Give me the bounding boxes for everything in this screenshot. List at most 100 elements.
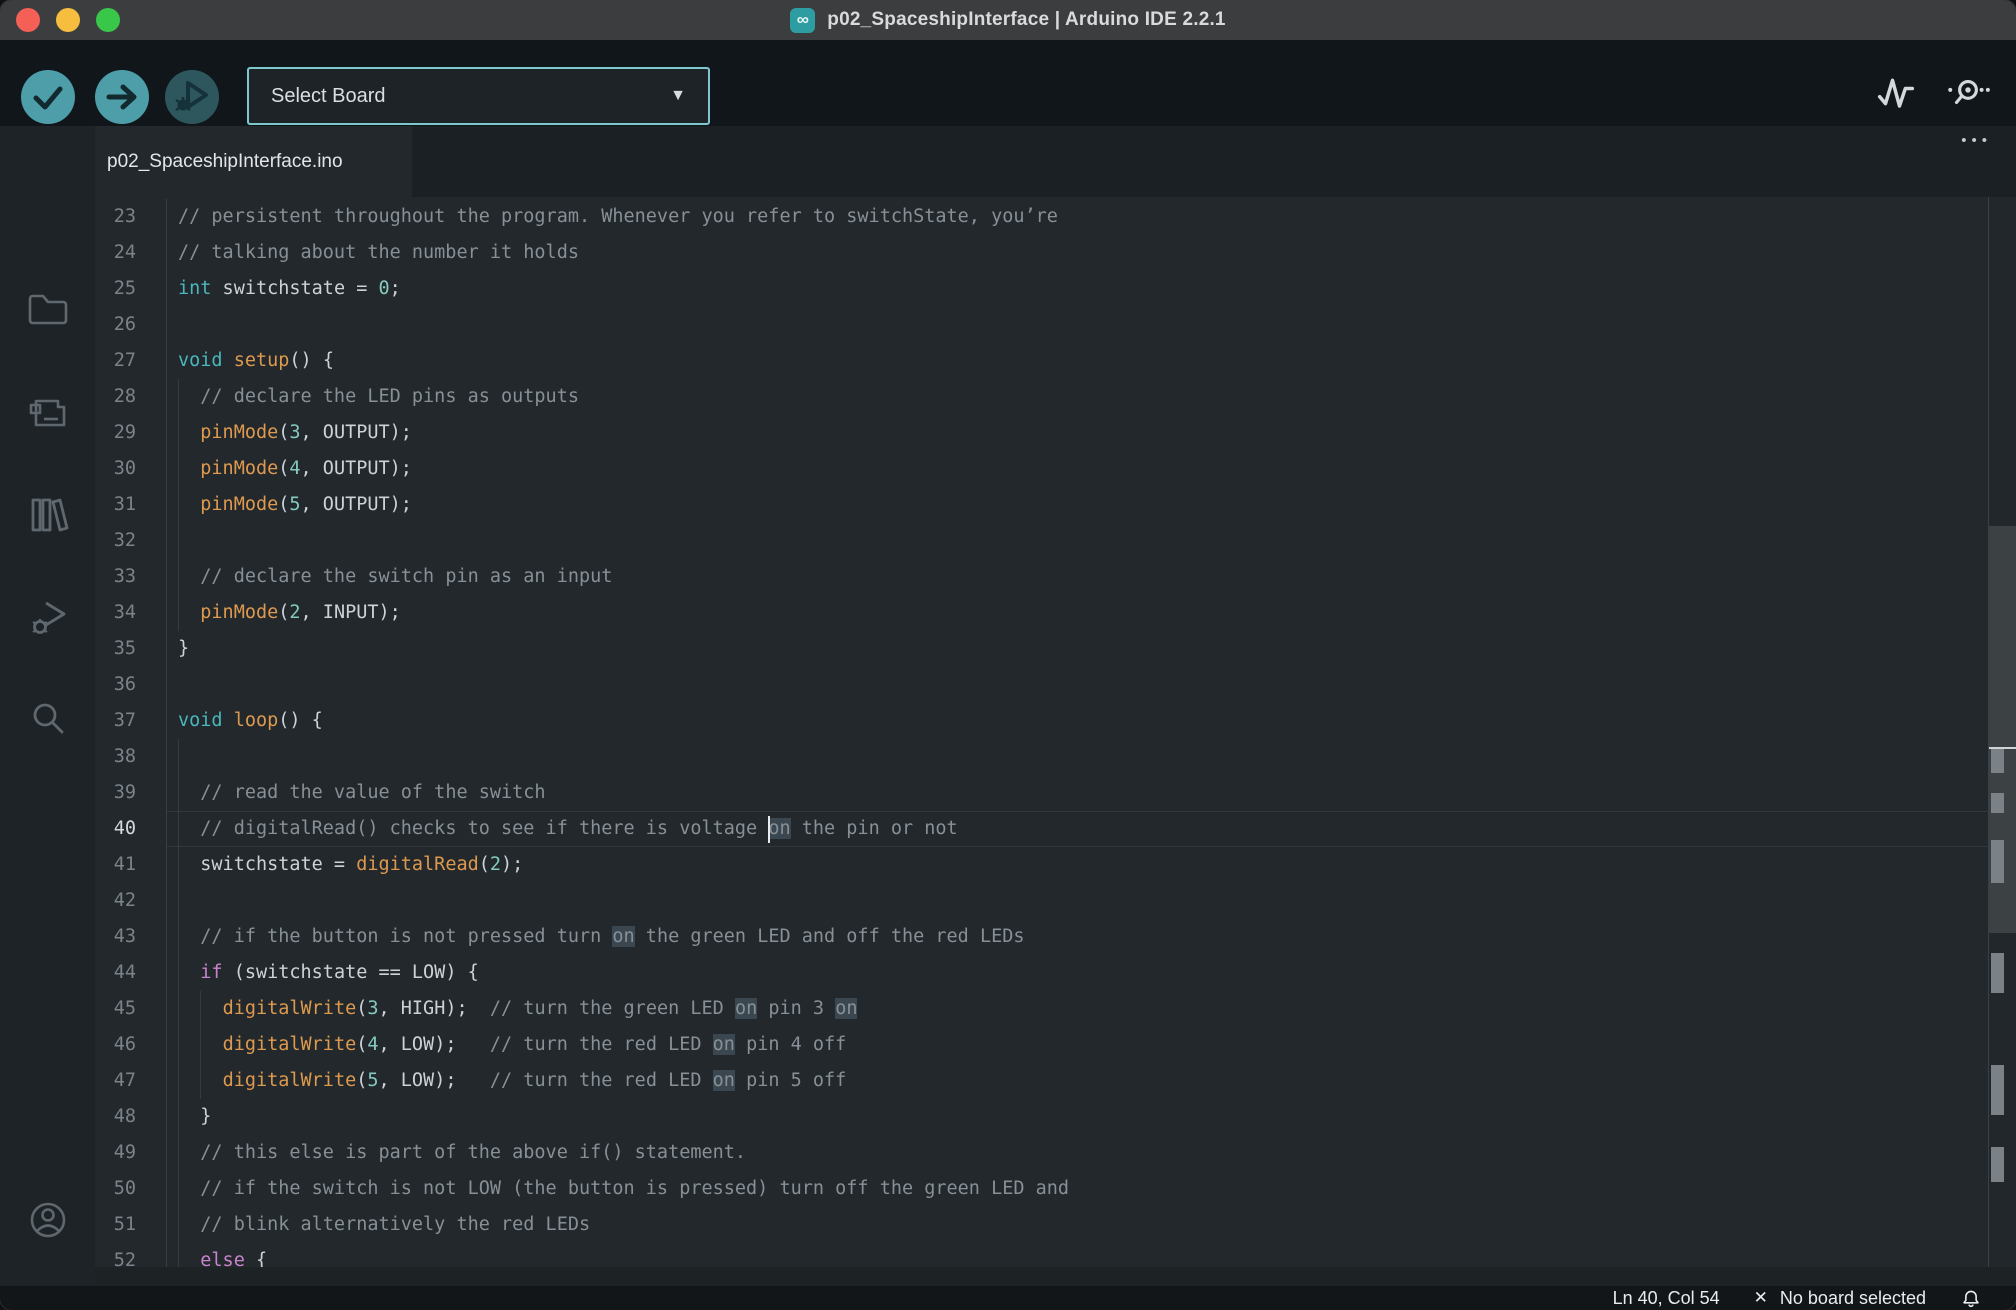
code-line[interactable]: // declare the switch pin as an input: [167, 559, 2016, 595]
notifications-button[interactable]: [1960, 1287, 1982, 1309]
indent-guide: [200, 1063, 201, 1099]
code-row: 34 pinMode(2, INPUT);: [95, 595, 2016, 631]
code-line[interactable]: else {: [167, 1243, 2016, 1267]
code-line[interactable]: // talking about the number it holds: [167, 235, 2016, 271]
line-number: 37: [95, 703, 167, 739]
code-line[interactable]: // if the button is not pressed turn on …: [167, 919, 2016, 955]
bell-icon: [1960, 1287, 1982, 1309]
code-line[interactable]: digitalWrite(5, LOW); // turn the red LE…: [167, 1063, 2016, 1099]
code-line[interactable]: // read the value of the switch: [167, 775, 2016, 811]
indent-guide: [178, 523, 179, 559]
code-row: 28 // declare the LED pins as outputs: [95, 379, 2016, 415]
indent-guide: [178, 1063, 179, 1099]
tab-overflow-menu-icon[interactable]: •••: [1961, 132, 1992, 149]
line-number: 42: [95, 883, 167, 919]
code-line[interactable]: [167, 307, 2016, 343]
indent-guide: [178, 451, 179, 487]
x-icon: ✕: [1754, 1288, 1768, 1308]
cursor-position: Ln 40, Col 54: [1613, 1288, 1720, 1309]
minimize-button[interactable]: [56, 8, 80, 32]
code-line[interactable]: void loop() {: [167, 703, 2016, 739]
line-number: 43: [95, 919, 167, 955]
indent-guide: [200, 991, 201, 1027]
code-editor[interactable]: 23// persistent throughout the program. …: [95, 197, 2016, 1267]
code-line[interactable]: // blink alternatively the red LEDs: [167, 1207, 2016, 1243]
code-line[interactable]: pinMode(5, OUTPUT);: [167, 487, 2016, 523]
line-number: 31: [95, 487, 167, 523]
code-line[interactable]: int switchstate = 0;: [167, 271, 2016, 307]
indent-guide: [178, 1027, 179, 1063]
sidebar-item-search[interactable]: [0, 689, 95, 749]
indent-guide: [178, 1207, 179, 1243]
line-number: 35: [95, 631, 167, 667]
indent-guide: [178, 919, 179, 955]
code-line[interactable]: digitalWrite(4, LOW); // turn the red LE…: [167, 1027, 2016, 1063]
code-row: 27void setup() {: [95, 343, 2016, 379]
code-row: 24// talking about the number it holds: [95, 235, 2016, 271]
indent-guide: [178, 883, 179, 919]
overview-ruler-scrollbar[interactable]: [1988, 197, 2016, 1267]
close-button[interactable]: [16, 8, 40, 32]
sidebar-item-library-manager[interactable]: [0, 485, 95, 545]
code-line[interactable]: digitalWrite(3, HIGH); // turn the green…: [167, 991, 2016, 1027]
code-line[interactable]: pinMode(4, OUTPUT);: [167, 451, 2016, 487]
code-line[interactable]: [167, 667, 2016, 703]
code-line[interactable]: [167, 883, 2016, 919]
sidebar-item-account[interactable]: [0, 1190, 95, 1250]
indent-guide: [178, 811, 179, 847]
line-number: 34: [95, 595, 167, 631]
right-arrow-icon: [95, 70, 149, 124]
zoom-button[interactable]: [96, 8, 120, 32]
code-line[interactable]: void setup() {: [167, 343, 2016, 379]
tab-p02-spaceshipinterface[interactable]: p02_SpaceshipInterface.ino: [95, 126, 412, 197]
code-line[interactable]: if (switchstate == LOW) {: [167, 955, 2016, 991]
verify-button[interactable]: [21, 70, 75, 124]
line-number: 44: [95, 955, 167, 991]
board-status: ✕ No board selected: [1754, 1288, 1926, 1309]
occurrence-marker: [1991, 953, 2004, 993]
indent-guide: [178, 991, 179, 1027]
code-line[interactable]: }: [167, 631, 2016, 667]
line-number: 29: [95, 415, 167, 451]
sidebar-item-boards-manager[interactable]: [0, 383, 95, 443]
code-line[interactable]: [167, 739, 2016, 775]
line-number: 40: [95, 811, 167, 847]
arduino-ide-window: ∞ p02_SpaceshipInterface | Arduino IDE 2…: [0, 0, 2016, 1310]
debug-button[interactable]: [165, 70, 219, 124]
code-line[interactable]: pinMode(2, INPUT);: [167, 595, 2016, 631]
search-icon: [24, 695, 72, 743]
code-line[interactable]: switchstate = digitalRead(2);: [167, 847, 2016, 883]
indent-guide: [178, 775, 179, 811]
code-line[interactable]: pinMode(3, OUTPUT);: [167, 415, 2016, 451]
toolbar: Select Board ▼: [0, 40, 2016, 126]
code-row: 32: [95, 523, 2016, 559]
serial-plotter-button[interactable]: [1874, 70, 1918, 114]
serial-monitor-button[interactable]: [1946, 70, 1990, 114]
code-row: 40 // digitalRead() checks to see if the…: [95, 811, 2016, 847]
check-icon: [21, 70, 75, 124]
arduino-app-icon: ∞: [790, 8, 815, 33]
titlebar: ∞ p02_SpaceshipInterface | Arduino IDE 2…: [0, 0, 2016, 40]
code-line[interactable]: // persistent throughout the program. Wh…: [167, 199, 2016, 235]
line-number: 41: [95, 847, 167, 883]
upload-button[interactable]: [95, 70, 149, 124]
board-selector-dropdown[interactable]: Select Board ▼: [247, 67, 710, 125]
horizontal-scrollbar-track[interactable]: [95, 1267, 2016, 1286]
text-cursor: [768, 816, 770, 843]
code-line[interactable]: }: [167, 1099, 2016, 1135]
code-line[interactable]: // if the switch is not LOW (the button …: [167, 1171, 2016, 1207]
line-number: 26: [95, 307, 167, 343]
code-row: 36: [95, 667, 2016, 703]
line-number: 47: [95, 1063, 167, 1099]
code-line[interactable]: // digitalRead() checks to see if there …: [167, 811, 2016, 847]
indent-guide: [178, 739, 179, 775]
code-line[interactable]: // this else is part of the above if() s…: [167, 1135, 2016, 1171]
code-line[interactable]: [167, 523, 2016, 559]
sidebar-item-debug[interactable]: [0, 588, 95, 648]
line-number: 45: [95, 991, 167, 1027]
sidebar-item-sketchbook[interactable]: [0, 279, 95, 339]
code-line[interactable]: // declare the LED pins as outputs: [167, 379, 2016, 415]
line-number: 51: [95, 1207, 167, 1243]
indent-guide: [178, 1099, 179, 1135]
code-row: 44 if (switchstate == LOW) {: [95, 955, 2016, 991]
